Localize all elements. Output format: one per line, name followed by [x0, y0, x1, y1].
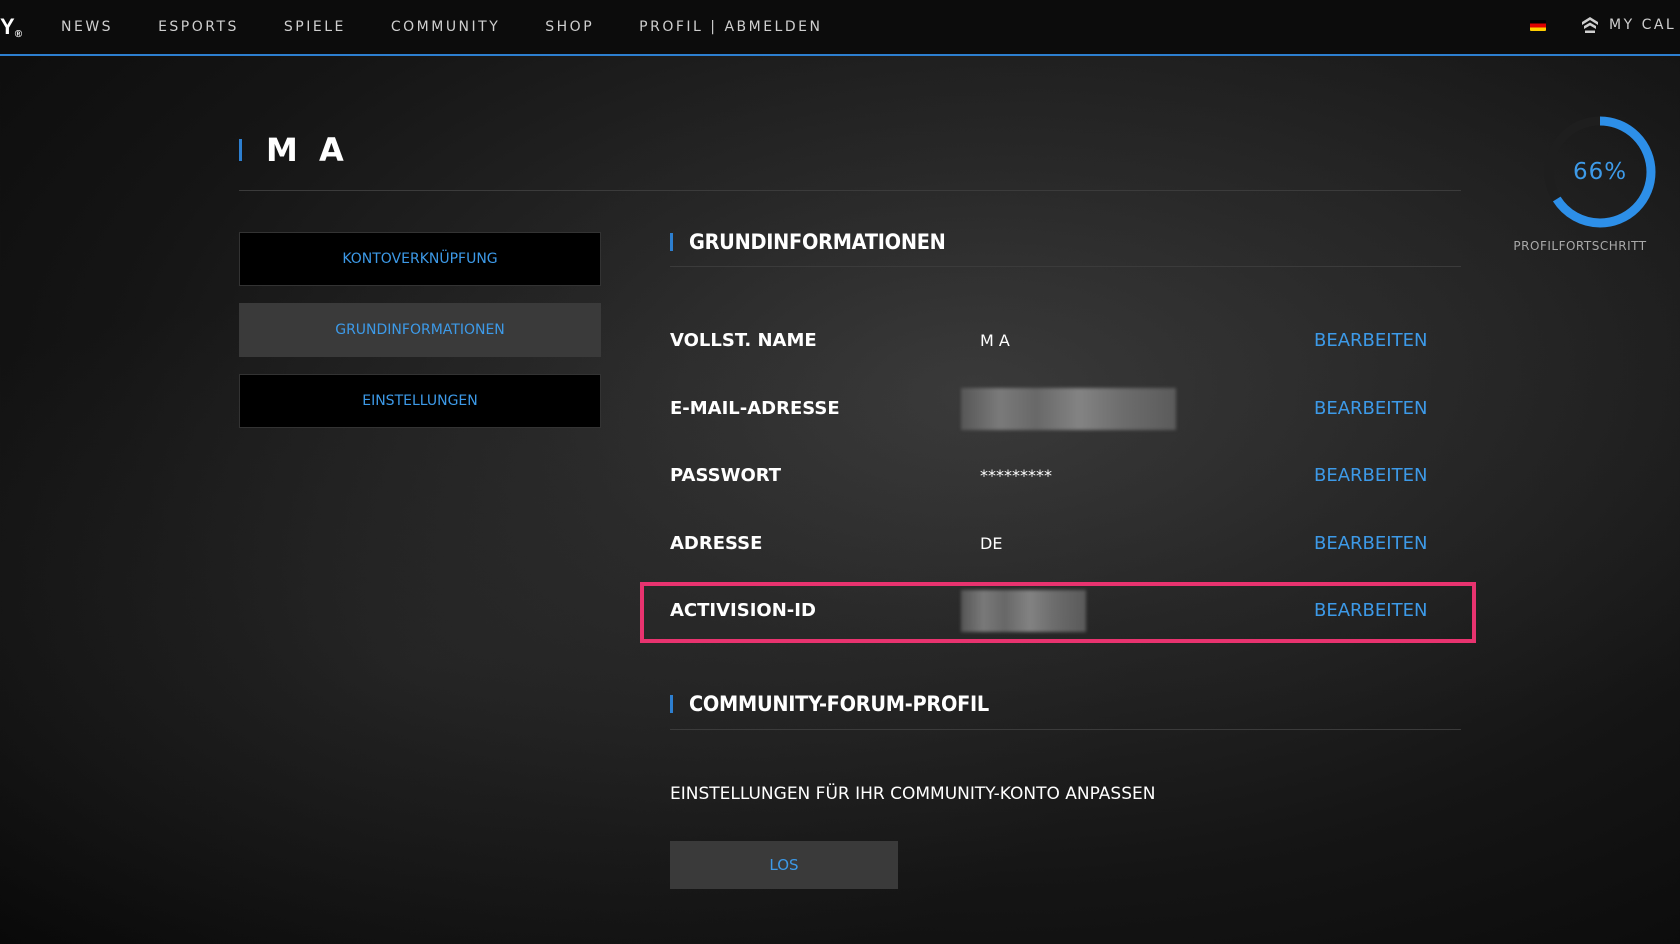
section-accent-bar — [670, 695, 673, 713]
section-divider — [670, 729, 1461, 730]
logo-text: Y — [0, 14, 15, 39]
row-label: PASSWORT — [670, 465, 782, 486]
logo-registered-mark: ® — [14, 29, 23, 40]
progress-label: PROFILFORTSCHRITT — [1513, 239, 1647, 253]
row-value: DE — [980, 534, 1003, 553]
progress-value: 66% — [1572, 159, 1628, 185]
edit-password-button[interactable]: BEARBEITEN — [1314, 454, 1427, 498]
main-menu: NEWS ESPORTS SPIELE COMMUNITY SHOP PROFI… — [61, 0, 822, 54]
mycall-link[interactable]: MY CAL — [1580, 15, 1676, 35]
site-logo[interactable]: Y® — [0, 14, 22, 40]
info-row-address: ADRESSE DE BEARBEITEN — [670, 522, 1470, 566]
row-label: ADRESSE — [670, 533, 763, 554]
profile-header: M A — [239, 130, 349, 170]
nav-item-spiele[interactable]: SPIELE — [284, 19, 346, 35]
community-heading: COMMUNITY-FORUM-PROFIL — [670, 689, 1015, 719]
edit-full-name-button[interactable]: BEARBEITEN — [1314, 319, 1427, 363]
sidebar-item-kontoverknuepfung[interactable]: KONTOVERKNÜPFUNG — [239, 232, 601, 286]
mycall-icon — [1582, 17, 1598, 33]
info-row-password: PASSWORT ********* BEARBEITEN — [670, 454, 1470, 498]
info-row-full-name: VOLLST. NAME M A BEARBEITEN — [670, 319, 1470, 363]
section-divider — [670, 266, 1461, 267]
title-accent-bar — [239, 139, 242, 161]
nav-item-esports[interactable]: ESPORTS — [158, 19, 239, 35]
section-title: GRUNDINFORMATIONEN — [689, 230, 946, 254]
row-label: VOLLST. NAME — [670, 330, 817, 351]
activision-id-highlight — [640, 582, 1476, 643]
page-title: M A — [266, 131, 349, 169]
sidebar-item-einstellungen[interactable]: EINSTELLUNGEN — [239, 374, 601, 428]
mycall-label: MY CAL — [1609, 17, 1677, 33]
top-navigation: Y® NEWS ESPORTS SPIELE COMMUNITY SHOP PR… — [0, 0, 1680, 56]
edit-email-button[interactable]: BEARBEITEN — [1314, 387, 1427, 431]
nav-item-news[interactable]: NEWS — [61, 19, 113, 35]
los-button[interactable]: LOS — [670, 841, 898, 889]
info-row-email: E-MAIL-ADRESSE BEARBEITEN — [670, 387, 1470, 431]
nav-item-shop[interactable]: SHOP — [545, 19, 594, 35]
section-title: COMMUNITY-FORUM-PROFIL — [689, 692, 989, 716]
community-description: EINSTELLUNGEN FÜR IHR COMMUNITY-KONTO AN… — [670, 784, 1156, 804]
row-value: M A — [980, 331, 1010, 350]
section-accent-bar — [670, 233, 673, 251]
row-label: E-MAIL-ADRESSE — [670, 398, 840, 419]
nav-item-profile-logout[interactable]: PROFIL | ABMELDEN — [639, 19, 822, 35]
german-flag-icon[interactable] — [1530, 20, 1546, 31]
profile-progress-ring: 66% — [1540, 112, 1660, 232]
sidebar-item-grundinformationen[interactable]: GRUNDINFORMATIONEN — [239, 303, 601, 357]
row-value: ********* — [980, 466, 1052, 485]
nav-item-community[interactable]: COMMUNITY — [391, 19, 500, 35]
edit-address-button[interactable]: BEARBEITEN — [1314, 522, 1427, 566]
profile-sidebar: KONTOVERKNÜPFUNG GRUNDINFORMATIONEN EINS… — [239, 232, 601, 445]
basic-info-heading: GRUNDINFORMATIONEN — [670, 227, 968, 257]
title-divider — [239, 190, 1461, 191]
redacted-email — [961, 388, 1176, 430]
